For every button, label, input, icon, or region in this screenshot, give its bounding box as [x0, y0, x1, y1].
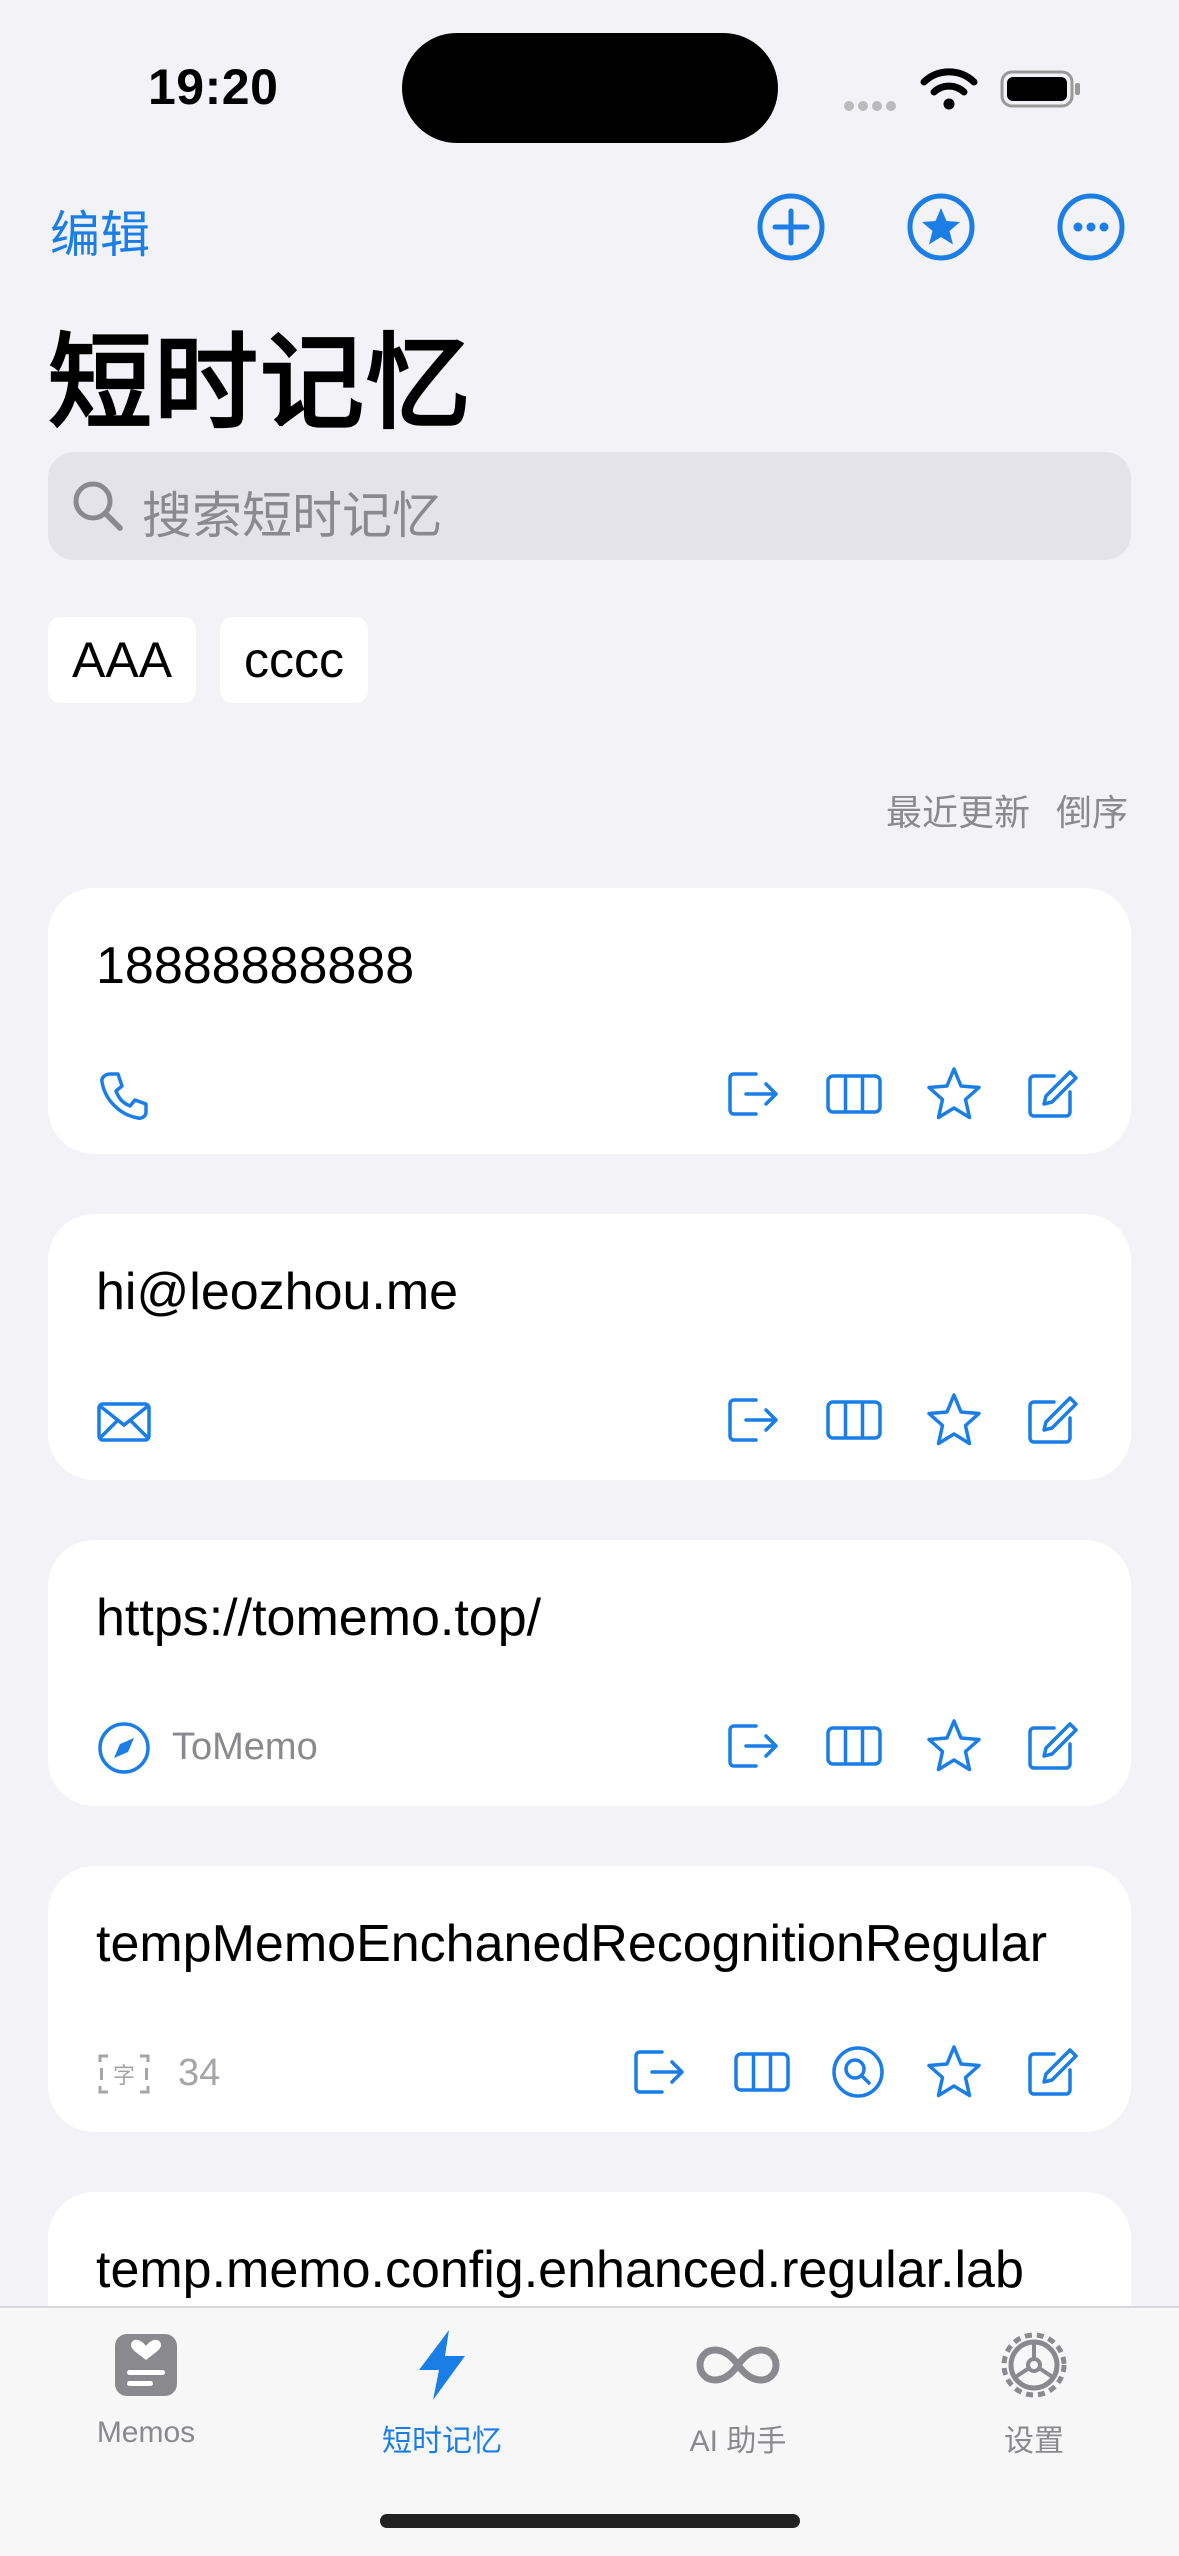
memo-card-icon [115, 2334, 177, 2396]
add-circle-icon[interactable] [756, 192, 826, 262]
share-out-icon[interactable] [722, 1716, 782, 1776]
tab-short-memory[interactable]: 短时记忆 [342, 2328, 542, 2468]
tab-ai-assistant[interactable]: AI 助手 [638, 2328, 838, 2468]
search-field[interactable]: 搜索短时记忆 [48, 452, 1131, 560]
memo-card[interactable]: 18888888888 [48, 888, 1131, 1154]
memo-text: tempMemoEnchanedRecognitionRegular [96, 1915, 1048, 1973]
tab-label: 短时记忆 [382, 2425, 502, 2458]
gear-icon [1001, 2332, 1067, 2398]
memo-card[interactable]: https://tomemo.top/ ToMemo [48, 1540, 1131, 1806]
share-out-icon[interactable] [628, 2042, 688, 2102]
tab-label: AI 助手 [689, 2425, 787, 2458]
star-icon[interactable] [924, 1064, 984, 1124]
char-count: 34 [178, 2052, 221, 2094]
infinity-icon [696, 2346, 780, 2384]
edit-icon[interactable] [1022, 1390, 1082, 1450]
share-out-icon[interactable] [722, 1064, 782, 1124]
phone-icon[interactable] [96, 1068, 152, 1124]
tab-label: Memos [96, 2416, 196, 2449]
star-icon[interactable] [924, 1390, 984, 1450]
edit-icon[interactable] [1022, 1716, 1082, 1776]
star-icon[interactable] [924, 2042, 984, 2102]
battery-icon [1000, 70, 1080, 108]
status-time: 19:20 [148, 59, 279, 115]
memo-text: https://tomemo.top/ [96, 1589, 542, 1647]
char-count-icon: 字 [98, 2054, 150, 2094]
tab-settings[interactable]: 设置 [934, 2328, 1134, 2468]
memo-card[interactable]: tempMemoEnchanedRecognitionRegular 字 34 [48, 1866, 1131, 2132]
page-title: 短时记忆 [48, 322, 473, 444]
search-icon [73, 481, 123, 531]
tab-memos[interactable]: Memos [46, 2328, 246, 2468]
columns-icon[interactable] [824, 1716, 884, 1776]
columns-icon[interactable] [824, 1064, 884, 1124]
share-out-icon[interactable] [722, 1390, 782, 1450]
memo-text: 18888888888 [96, 937, 415, 995]
tag-chip[interactable]: AAA [48, 617, 197, 703]
dynamic-island [402, 33, 778, 143]
columns-icon[interactable] [824, 1390, 884, 1450]
columns-icon[interactable] [732, 2042, 792, 2102]
home-indicator [380, 2514, 800, 2528]
cellular-signal-icon [844, 96, 904, 111]
tab-label: 设置 [1004, 2425, 1064, 2458]
more-circle-icon[interactable] [1056, 192, 1126, 262]
memo-text: temp.memo.config.enhanced.regular.lab [96, 2241, 1024, 2299]
svg-text:字: 字 [113, 2064, 135, 2089]
search-placeholder: 搜索短时记忆 [142, 487, 442, 545]
tag-chip[interactable]: cccc [220, 617, 368, 703]
sort-order-button[interactable]: 倒序 [1056, 784, 1128, 836]
regex-search-icon[interactable] [828, 2042, 888, 2102]
sort-field-button[interactable]: 最近更新 [886, 784, 1030, 836]
memo-card[interactable]: hi@leozhou.me [48, 1214, 1131, 1480]
star-icon[interactable] [924, 1716, 984, 1776]
envelope-icon[interactable] [96, 1394, 152, 1450]
wifi-icon [920, 68, 978, 110]
edit-icon[interactable] [1022, 2042, 1082, 2102]
star-circle-icon[interactable] [906, 192, 976, 262]
edit-icon[interactable] [1022, 1064, 1082, 1124]
memo-text: hi@leozhou.me [96, 1263, 459, 1321]
bolt-icon [419, 2330, 465, 2400]
edit-button[interactable]: 编辑 [50, 195, 150, 267]
compass-icon[interactable] [96, 1720, 152, 1776]
link-title: ToMemo [172, 1726, 318, 1768]
